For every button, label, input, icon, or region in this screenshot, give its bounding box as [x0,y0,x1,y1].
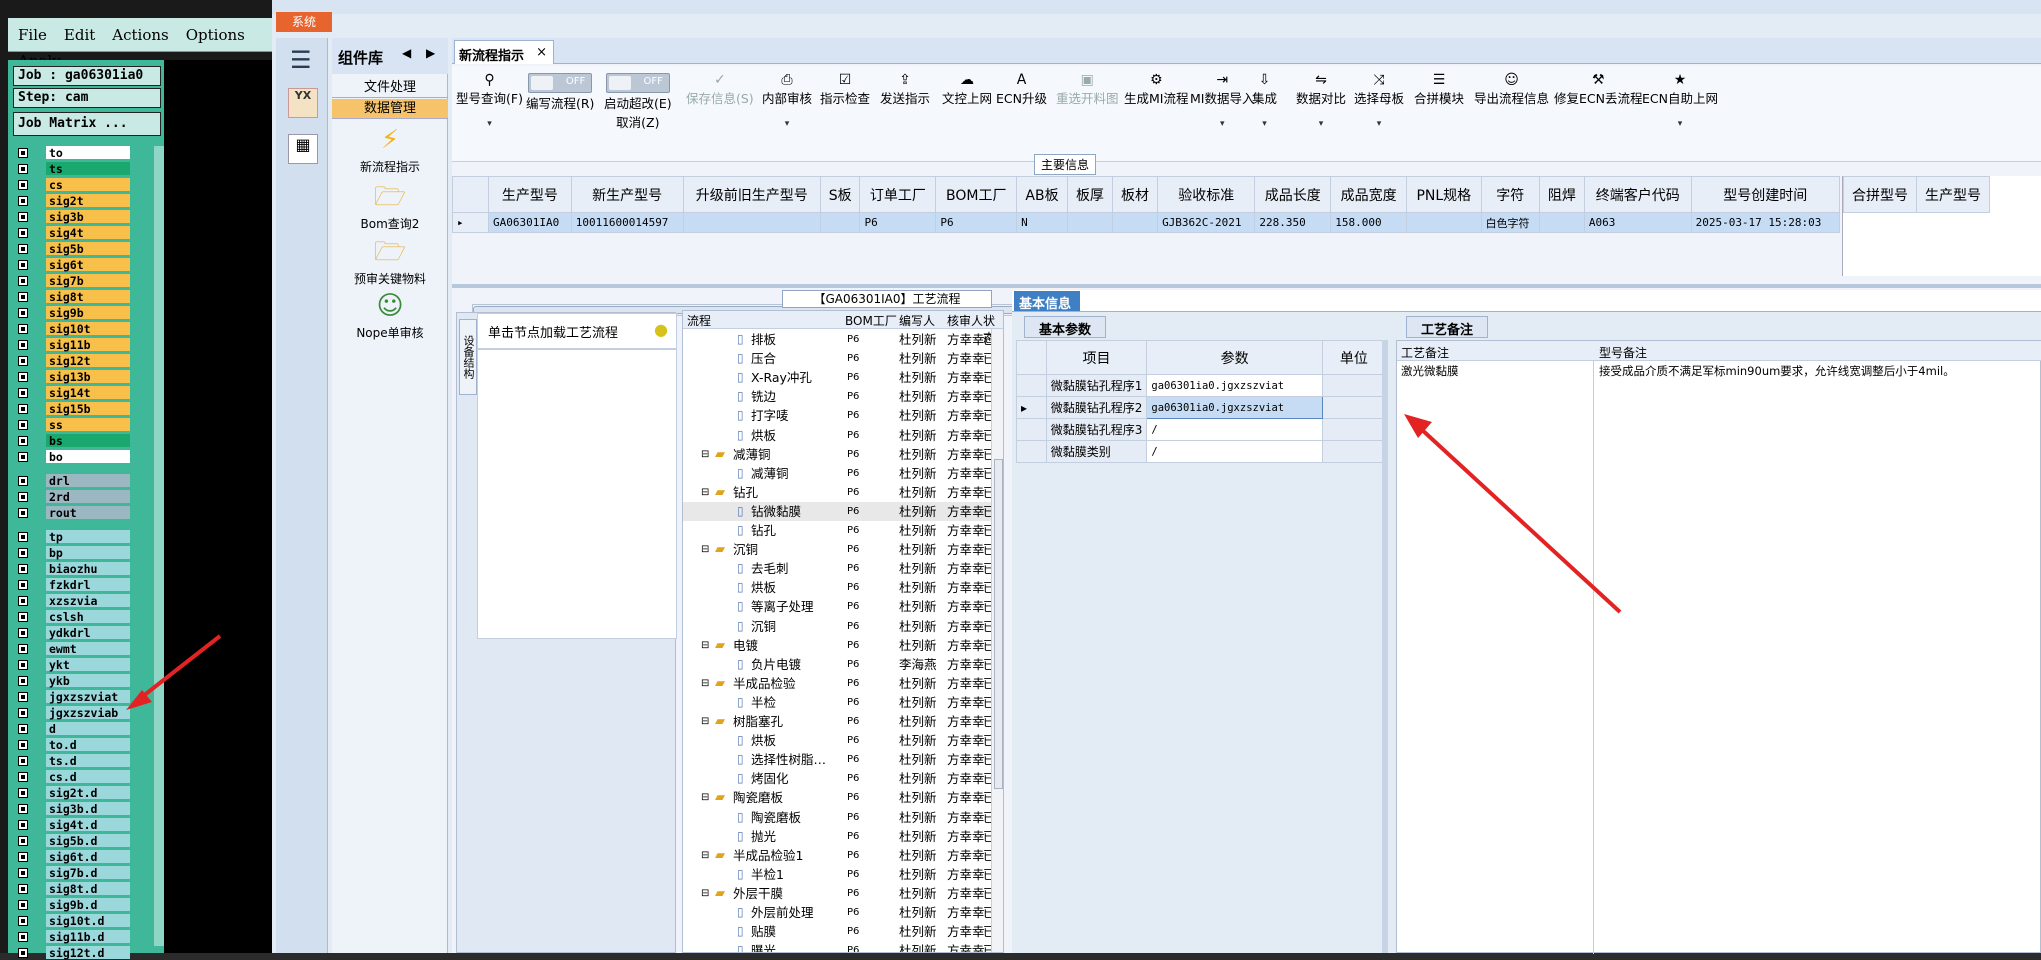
annotation-arrows [126,414,1622,710]
annotation-arrow [126,634,222,710]
annotation-arrow [1404,414,1622,614]
